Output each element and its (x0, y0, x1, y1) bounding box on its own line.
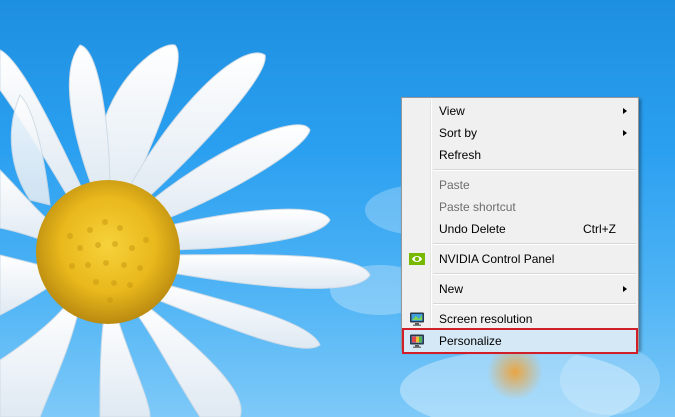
menu-item-label: NVIDIA Control Panel (439, 252, 555, 266)
menu-item-label: Paste (439, 178, 470, 192)
menu-item-label: Personalize (439, 334, 502, 348)
menu-item-label: New (439, 282, 464, 296)
personalize-icon (410, 334, 424, 348)
menu-item-label: Sort by (439, 126, 478, 140)
desktop[interactable]: View Sort by Refresh Paste Paste shortcu… (0, 0, 675, 417)
menu-item-refresh[interactable]: Refresh (404, 144, 636, 166)
nvidia-icon (409, 253, 425, 265)
menu-separator (433, 303, 636, 305)
menu-separator (433, 169, 636, 171)
menu-item-paste-shortcut[interactable]: Paste shortcut (404, 196, 636, 218)
menu-item-personalize[interactable]: Personalize (402, 328, 638, 354)
desktop-context-menu: View Sort by Refresh Paste Paste shortcu… (401, 97, 639, 354)
submenu-arrow-icon (623, 130, 627, 136)
menu-item-sort-by[interactable]: Sort by (404, 122, 636, 144)
menu-item-view[interactable]: View (404, 100, 636, 122)
menu-item-label: Paste shortcut (439, 200, 516, 214)
monitor-icon (410, 312, 424, 326)
menu-item-label: View (439, 104, 465, 118)
menu-separator (433, 273, 636, 275)
menu-item-label: Refresh (439, 148, 482, 162)
shortcut-text: Ctrl+Z (583, 222, 616, 236)
menu-item-paste[interactable]: Paste (404, 174, 636, 196)
menu-item-label: Screen resolution (439, 312, 533, 326)
menu-item-new[interactable]: New (404, 278, 636, 300)
menu-item-nvidia-control-panel[interactable]: NVIDIA Control Panel (404, 248, 636, 270)
menu-item-screen-resolution[interactable]: Screen resolution (404, 308, 636, 330)
menu-item-undo-delete[interactable]: Undo Delete Ctrl+Z (404, 218, 636, 240)
menu-separator (433, 243, 636, 245)
submenu-arrow-icon (623, 108, 627, 114)
submenu-arrow-icon (623, 286, 627, 292)
menu-item-label: Undo Delete (439, 222, 506, 236)
